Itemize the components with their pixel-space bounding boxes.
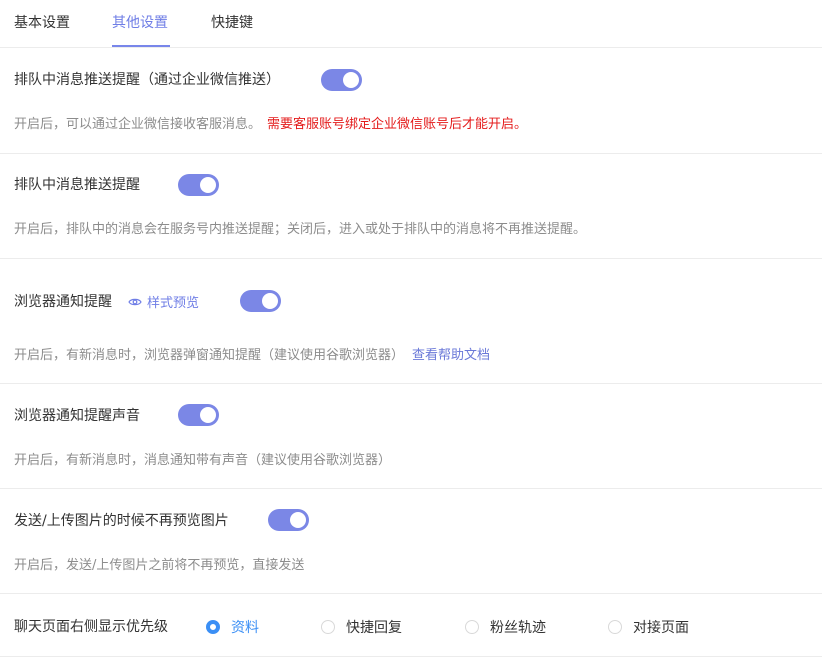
eye-icon: [128, 298, 142, 305]
setting-browser-notify-title: 浏览器通知提醒: [14, 294, 112, 310]
setting-desc-text: 开启后，可以通过企业微信接收客服消息。: [14, 117, 262, 132]
tab-shortcuts[interactable]: 快捷键: [211, 12, 253, 32]
radio-label: 资料: [231, 620, 259, 636]
setting-browser-notify-desc: 开启后，有新消息时，浏览器弹窗通知提醒（建议使用谷歌浏览器） 查看帮助文档: [14, 344, 490, 363]
divider: [0, 656, 822, 657]
style-preview-label: 样式预览: [147, 296, 200, 311]
setting-image-no-preview-desc: 开启后，发送/上传图片之前将不再预览，直接发送: [14, 558, 305, 573]
radio-docking-page[interactable]: 对接页面: [608, 617, 689, 637]
divider: [0, 593, 822, 594]
radio-fan-trail[interactable]: 粉丝轨迹: [465, 617, 546, 637]
setting-warning-text: 需要客服账号绑定企业微信账号后才能开启。: [267, 117, 528, 132]
setting-queue-wecom-push-toggle[interactable]: [321, 69, 362, 91]
settings-tabs: 基本设置 其他设置 快捷键: [0, 0, 822, 48]
setting-queue-push-toggle[interactable]: [178, 174, 219, 196]
radio-circle: [608, 620, 622, 634]
radio-profile[interactable]: 资料: [206, 617, 259, 637]
divider: [0, 488, 822, 489]
radio-circle: [321, 620, 335, 634]
radio-circle: [206, 620, 220, 634]
setting-queue-wecom-push-title: 排队中消息推送提醒（通过企业微信推送）: [14, 72, 280, 88]
radio-circle: [465, 620, 479, 634]
radio-label: 对接页面: [633, 620, 689, 636]
divider: [0, 153, 822, 154]
setting-queue-push-title: 排队中消息推送提醒: [14, 177, 140, 193]
setting-image-no-preview-toggle[interactable]: [268, 509, 309, 531]
setting-browser-sound-toggle[interactable]: [178, 404, 219, 426]
setting-browser-sound-title: 浏览器通知提醒声音: [14, 408, 140, 424]
setting-queue-push-desc: 开启后，排队中的消息会在服务号内推送提醒；关闭后，进入或处于排队中的消息将不再推…: [14, 222, 587, 237]
priority-title: 聊天页面右侧显示优先级: [14, 619, 168, 635]
style-preview-link[interactable]: 样式预览: [128, 292, 199, 311]
tab-basic-settings[interactable]: 基本设置: [14, 12, 70, 32]
active-tab-indicator: [112, 45, 170, 47]
divider: [0, 383, 822, 384]
setting-desc-text: 开启后，有新消息时，浏览器弹窗通知提醒（建议使用谷歌浏览器）: [14, 348, 405, 363]
setting-browser-sound-desc: 开启后，有新消息时，消息通知带有声音（建议使用谷歌浏览器）: [14, 453, 392, 468]
tab-other-settings[interactable]: 其他设置: [112, 12, 168, 32]
radio-label: 快捷回复: [346, 620, 402, 636]
setting-browser-notify-toggle[interactable]: [240, 290, 281, 312]
divider: [0, 258, 822, 259]
radio-label: 粉丝轨迹: [490, 620, 546, 636]
setting-image-no-preview-title: 发送/上传图片的时候不再预览图片: [14, 513, 229, 529]
setting-queue-wecom-push-desc: 开启后，可以通过企业微信接收客服消息。 需要客服账号绑定企业微信账号后才能开启。: [14, 113, 527, 132]
help-doc-link[interactable]: 查看帮助文档: [412, 348, 490, 363]
radio-quick-reply[interactable]: 快捷回复: [321, 617, 402, 637]
